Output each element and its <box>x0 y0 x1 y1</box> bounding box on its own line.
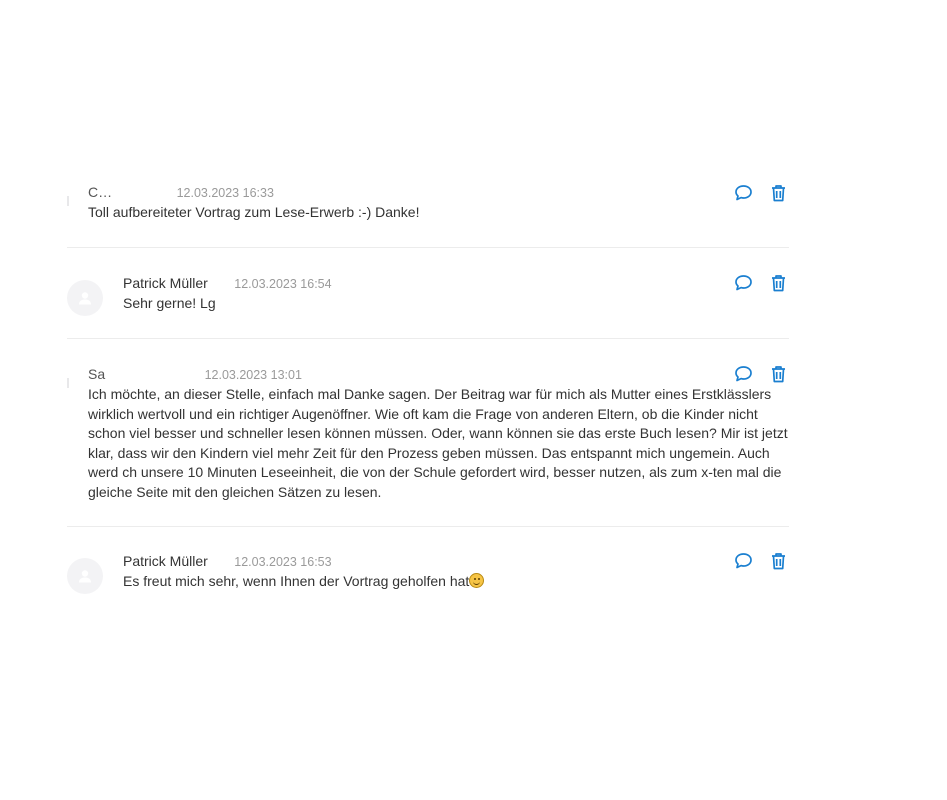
reply-button[interactable] <box>733 182 754 203</box>
comment-author: Patrick Müller <box>123 275 208 291</box>
comment-item: Patrick Müller 12.03.2023 16:53 Es freut… <box>67 550 789 597</box>
comment-header: Sa 12.03.2023 13:01 <box>88 366 302 384</box>
comment-author: Sa <box>88 366 106 382</box>
divider <box>67 526 789 527</box>
comment-date: 12.03.2023 16:54 <box>234 277 332 291</box>
comment-thread: C… 12.03.2023 16:33 Toll aufbereiteter V… <box>0 0 947 800</box>
smiley-emoji-icon <box>469 573 485 588</box>
comment-header: Patrick Müller 12.03.2023 16:53 <box>123 553 332 571</box>
delete-button[interactable] <box>768 272 789 293</box>
reply-button[interactable] <box>733 363 754 384</box>
delete-button[interactable] <box>768 182 789 203</box>
trash-icon <box>772 274 785 291</box>
comment-date: 12.03.2023 16:33 <box>176 186 274 200</box>
delete-button[interactable] <box>768 363 789 384</box>
speech-bubble-icon <box>735 185 752 201</box>
avatar <box>67 558 103 594</box>
trash-icon <box>772 184 785 201</box>
divider <box>67 247 789 248</box>
comment-date: 12.03.2023 13:01 <box>204 368 302 382</box>
comment-header: C… 12.03.2023 16:33 <box>88 184 274 202</box>
comment-actions <box>733 363 789 384</box>
delete-button[interactable] <box>768 550 789 571</box>
comment-text: Ich möchte, an dieser Stelle, einfach ma… <box>88 386 788 500</box>
comment-actions <box>733 182 789 203</box>
comment-item: Sa 12.03.2023 13:01 Ich möchte, an diese… <box>67 363 789 506</box>
comment-item: Patrick Müller 12.03.2023 16:54 Sehr ger… <box>67 272 789 319</box>
user-icon <box>79 570 91 583</box>
comment-text: Es freut mich sehr, wenn Ihnen der Vortr… <box>123 573 470 589</box>
speech-bubble-icon <box>735 366 752 382</box>
comment-actions <box>733 550 789 571</box>
reply-button[interactable] <box>733 550 754 571</box>
trash-icon <box>772 365 785 382</box>
comment-text: Sehr gerne! Lg <box>123 295 216 311</box>
comment-actions <box>733 272 789 293</box>
comment-item: C… 12.03.2023 16:33 Toll aufbereiteter V… <box>67 184 789 228</box>
divider <box>67 338 789 339</box>
avatar <box>67 196 69 206</box>
comment-text-wrap: Es freut mich sehr, wenn Ihnen der Vortr… <box>123 572 485 592</box>
reply-button[interactable] <box>733 272 754 293</box>
avatar <box>67 280 103 316</box>
speech-bubble-icon <box>735 275 752 291</box>
comment-header: Patrick Müller 12.03.2023 16:54 <box>123 275 332 293</box>
speech-bubble-icon <box>735 553 752 569</box>
user-icon <box>79 292 91 305</box>
comment-text: Toll aufbereiteter Vortrag zum Lese-Erwe… <box>88 204 420 220</box>
avatar <box>67 378 69 388</box>
comment-author: C… <box>88 184 113 200</box>
trash-icon <box>772 552 785 569</box>
comment-date: 12.03.2023 16:53 <box>234 555 332 569</box>
comment-author: Patrick Müller <box>123 553 208 569</box>
